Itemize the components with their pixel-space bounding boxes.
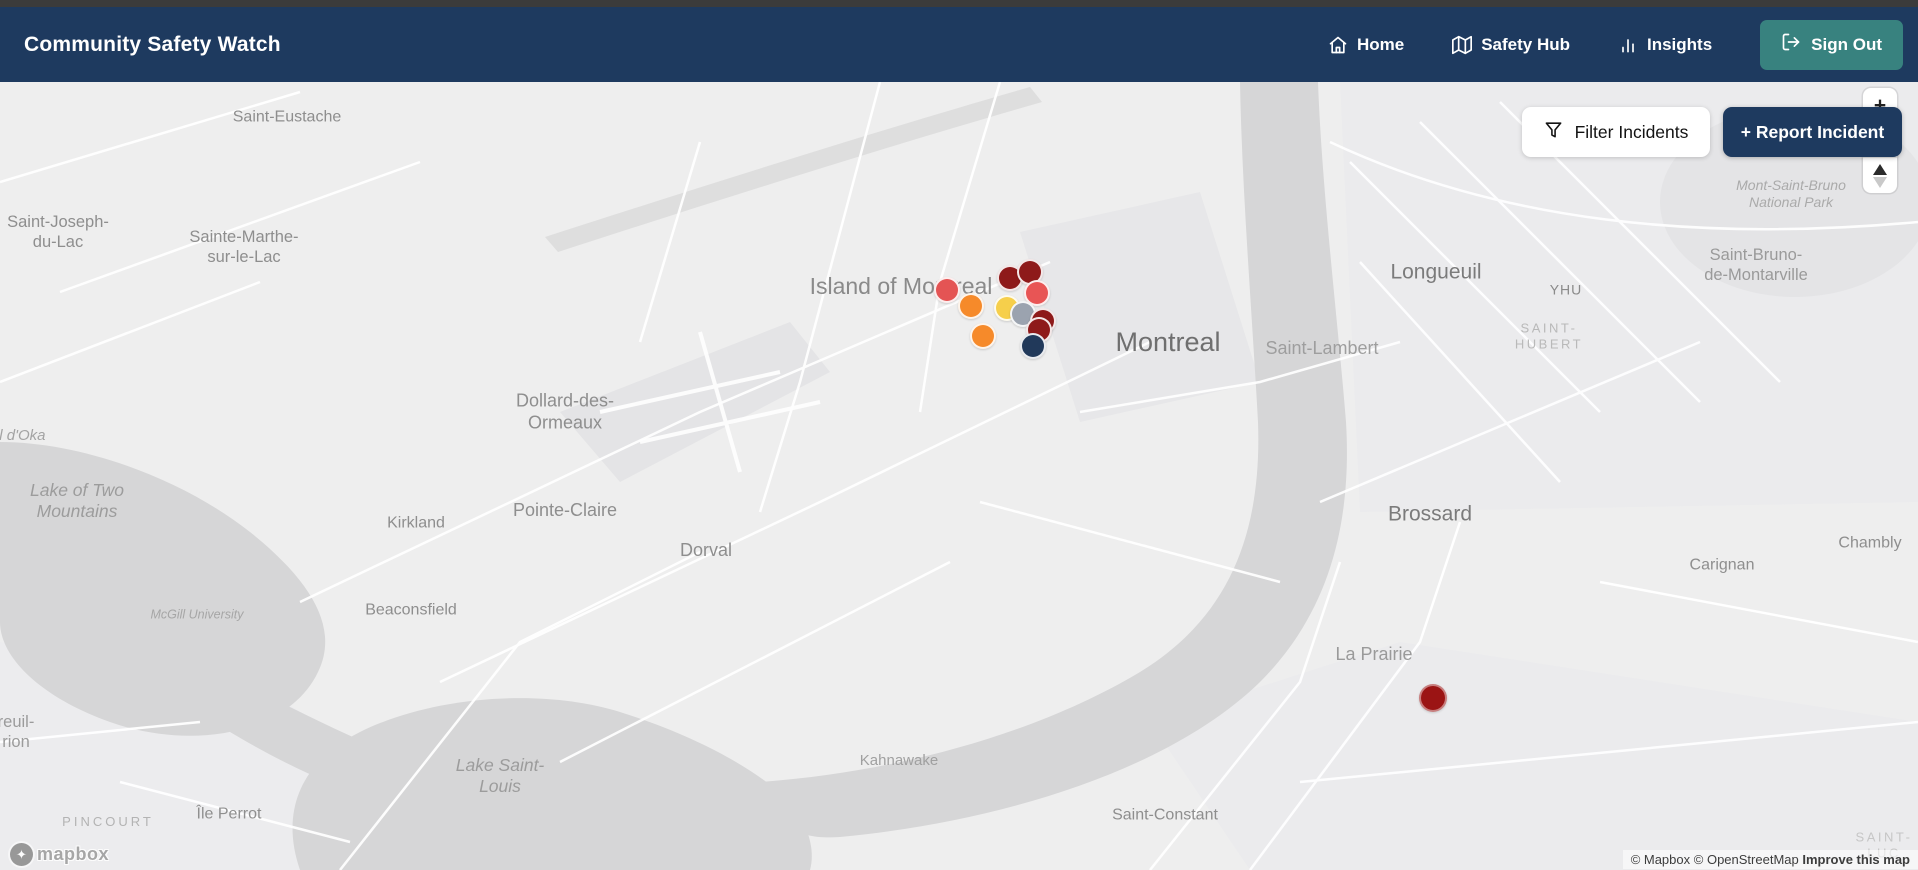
mapbox-logo[interactable]: ✦ mapbox — [10, 843, 109, 866]
app-title: Community Safety Watch — [24, 32, 281, 56]
compass-north-needle — [1873, 163, 1887, 175]
nav-item-home[interactable]: Home — [1328, 35, 1404, 55]
filter-incidents-label: Filter Incidents — [1574, 121, 1689, 142]
bar-chart-icon — [1618, 35, 1638, 55]
report-incident-label: + Report Incident — [1740, 121, 1885, 142]
mapbox-logo-icon: ✦ — [10, 843, 33, 866]
nav-item-label: Safety Hub — [1481, 34, 1570, 54]
nav-item-insights[interactable]: Insights — [1618, 35, 1712, 55]
window-top-strip — [0, 0, 1918, 7]
nav-item-label: Home — [1356, 34, 1405, 54]
sign-out-label: Sign Out — [1811, 34, 1882, 54]
map-icon — [1452, 35, 1473, 55]
app-header: Community Safety Watch Home Safety Hub I… — [0, 7, 1918, 82]
mapbox-logo-word: mapbox — [37, 844, 110, 864]
map-canvas[interactable]: Saint-Eustache Saint-Joseph- du-Lac Sain… — [0, 82, 1918, 870]
improve-map-link[interactable]: Improve this map — [1802, 852, 1910, 867]
incident-marker[interactable] — [970, 323, 996, 349]
nav-item-label: Insights — [1647, 34, 1713, 54]
sign-out-button[interactable]: Sign Out — [1760, 19, 1903, 70]
logout-icon — [1781, 32, 1801, 57]
main-nav: Home Safety Hub Insights Sign Out — [1328, 19, 1903, 70]
filter-incidents-button[interactable]: Filter Incidents — [1522, 107, 1710, 157]
incident-marker[interactable] — [958, 293, 984, 319]
osm-attribution-link[interactable]: © OpenStreetMap — [1694, 852, 1799, 867]
incident-marker[interactable] — [1419, 684, 1447, 712]
map-base-tiles — [0, 82, 1918, 870]
nav-item-safety-hub[interactable]: Safety Hub — [1452, 35, 1570, 55]
incident-marker[interactable] — [1020, 333, 1046, 359]
funnel-icon — [1544, 120, 1563, 144]
compass-south-needle — [1873, 176, 1887, 188]
map-attribution: © Mapbox © OpenStreetMap Improve this ma… — [1622, 850, 1918, 869]
mapbox-attribution-link[interactable]: © Mapbox — [1631, 852, 1690, 867]
compass-button[interactable] — [1863, 158, 1897, 193]
report-incident-button[interactable]: + Report Incident — [1723, 107, 1902, 157]
home-icon — [1328, 35, 1348, 55]
incident-marker[interactable] — [934, 277, 960, 303]
